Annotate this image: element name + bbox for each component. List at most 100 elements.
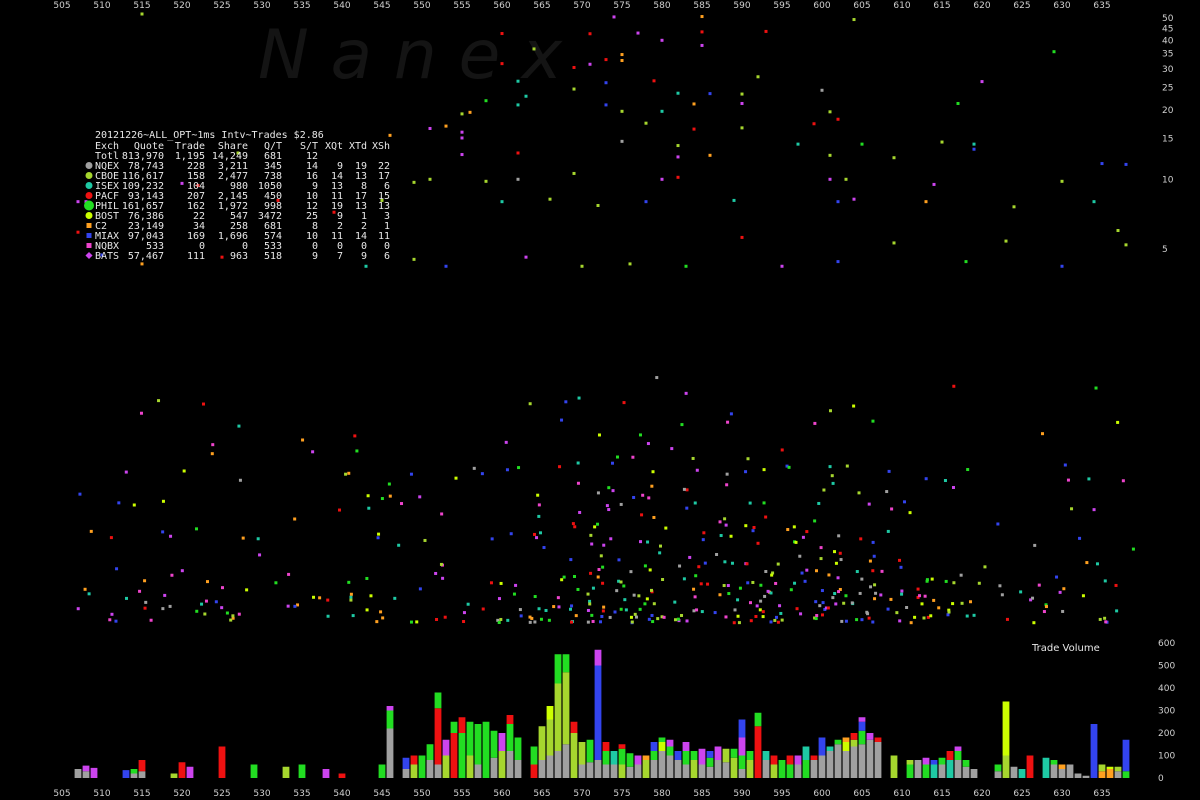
trade-point bbox=[601, 565, 605, 569]
trade-point bbox=[256, 537, 260, 541]
trade-point bbox=[813, 519, 817, 523]
trade-point bbox=[799, 612, 803, 616]
trade-point bbox=[737, 621, 741, 625]
table-header-cell: XTd bbox=[349, 141, 367, 152]
volume-bar-segment bbox=[922, 757, 930, 765]
trade-point bbox=[839, 558, 843, 562]
trade-point bbox=[569, 558, 573, 562]
trade-point bbox=[599, 554, 603, 558]
volume-bar-segment bbox=[842, 737, 850, 742]
trade-point bbox=[762, 468, 766, 472]
trade-point bbox=[758, 608, 762, 612]
trade-point bbox=[347, 580, 351, 584]
trade-point bbox=[379, 610, 383, 614]
trade-point bbox=[820, 88, 824, 92]
trade-point bbox=[819, 546, 823, 550]
volume-bar-segment bbox=[410, 764, 418, 778]
trade-point bbox=[388, 133, 392, 137]
trade-point bbox=[220, 255, 224, 259]
trade-point bbox=[796, 142, 800, 146]
volume-bar-segment bbox=[1026, 755, 1034, 778]
trade-point bbox=[650, 613, 654, 617]
trade-point bbox=[615, 455, 619, 459]
trade-point bbox=[837, 590, 841, 594]
trade-point bbox=[916, 587, 920, 591]
volume-bar-segment bbox=[450, 733, 458, 778]
volume-bar-segment bbox=[546, 719, 554, 756]
trade-point bbox=[656, 617, 660, 621]
volume-bar-segment bbox=[466, 755, 474, 778]
trade-point bbox=[637, 594, 641, 598]
trade-point bbox=[570, 604, 574, 608]
trade-point bbox=[924, 200, 928, 204]
trade-point bbox=[144, 600, 148, 604]
volume-bar-segment bbox=[186, 766, 194, 778]
trade-point bbox=[365, 576, 369, 580]
top-x-tick-label: 555 bbox=[453, 1, 470, 11]
trade-point bbox=[859, 537, 863, 541]
trade-point bbox=[652, 515, 656, 519]
trade-point bbox=[813, 421, 817, 425]
volume-bar-segment bbox=[802, 746, 810, 760]
trade-point bbox=[766, 589, 770, 593]
trade-point bbox=[397, 543, 401, 547]
trade-point bbox=[676, 175, 680, 179]
trade-point bbox=[836, 576, 840, 580]
volume-bar-segment bbox=[850, 733, 858, 740]
volume-bar-segment bbox=[426, 760, 434, 778]
trade-point bbox=[708, 153, 712, 157]
trade-point bbox=[516, 79, 520, 83]
volume-bar-segment bbox=[594, 649, 602, 666]
scatter-y-tick-label: 45 bbox=[1162, 24, 1173, 34]
trade-point bbox=[898, 558, 902, 562]
volume-bar-segment bbox=[738, 719, 746, 738]
trade-point bbox=[558, 465, 562, 469]
trade-point bbox=[640, 513, 644, 517]
trade-point bbox=[803, 579, 807, 583]
trade-point bbox=[892, 156, 896, 160]
trade-point bbox=[722, 584, 726, 588]
trade-point bbox=[632, 593, 636, 597]
trade-point bbox=[691, 456, 695, 460]
trade-point bbox=[673, 600, 677, 604]
scatter-y-tick-label: 10 bbox=[1162, 175, 1174, 185]
volume-bar-segment bbox=[618, 764, 626, 778]
trade-point bbox=[596, 491, 600, 495]
volume-bar-segment bbox=[458, 733, 466, 778]
volume-bar-segment bbox=[706, 751, 714, 758]
top-x-tick-label: 515 bbox=[133, 1, 150, 11]
trade-point bbox=[692, 127, 696, 131]
volume-bar-segment bbox=[674, 751, 682, 760]
trade-point bbox=[500, 62, 504, 66]
bottom-x-tick-label: 610 bbox=[893, 789, 910, 799]
trade-point bbox=[170, 573, 174, 577]
trade-point bbox=[740, 235, 744, 239]
trade-point bbox=[586, 592, 590, 596]
trade-point bbox=[369, 594, 373, 598]
trade-point bbox=[500, 200, 504, 204]
trade-point bbox=[200, 602, 204, 606]
trade-point bbox=[344, 472, 348, 476]
volume-bar-segment bbox=[666, 746, 674, 756]
trade-point bbox=[749, 619, 753, 623]
trade-point bbox=[723, 560, 727, 564]
trade-point bbox=[601, 609, 605, 613]
trade-point bbox=[1081, 594, 1085, 598]
trade-point bbox=[693, 501, 697, 505]
trade-point bbox=[746, 581, 750, 585]
trade-point bbox=[597, 433, 601, 437]
trade-point bbox=[655, 376, 659, 380]
trade-point bbox=[643, 564, 647, 568]
trade-point bbox=[117, 501, 121, 505]
trade-point bbox=[576, 481, 580, 485]
trade-point bbox=[873, 583, 877, 587]
trade-point bbox=[229, 618, 233, 622]
trade-point bbox=[905, 606, 909, 610]
trade-point bbox=[661, 578, 665, 582]
trade-point bbox=[512, 592, 516, 596]
trade-point bbox=[943, 479, 947, 483]
trade-point bbox=[1070, 507, 1074, 511]
trade-point bbox=[632, 495, 636, 499]
trade-point bbox=[805, 568, 809, 572]
trade-point bbox=[706, 582, 710, 586]
